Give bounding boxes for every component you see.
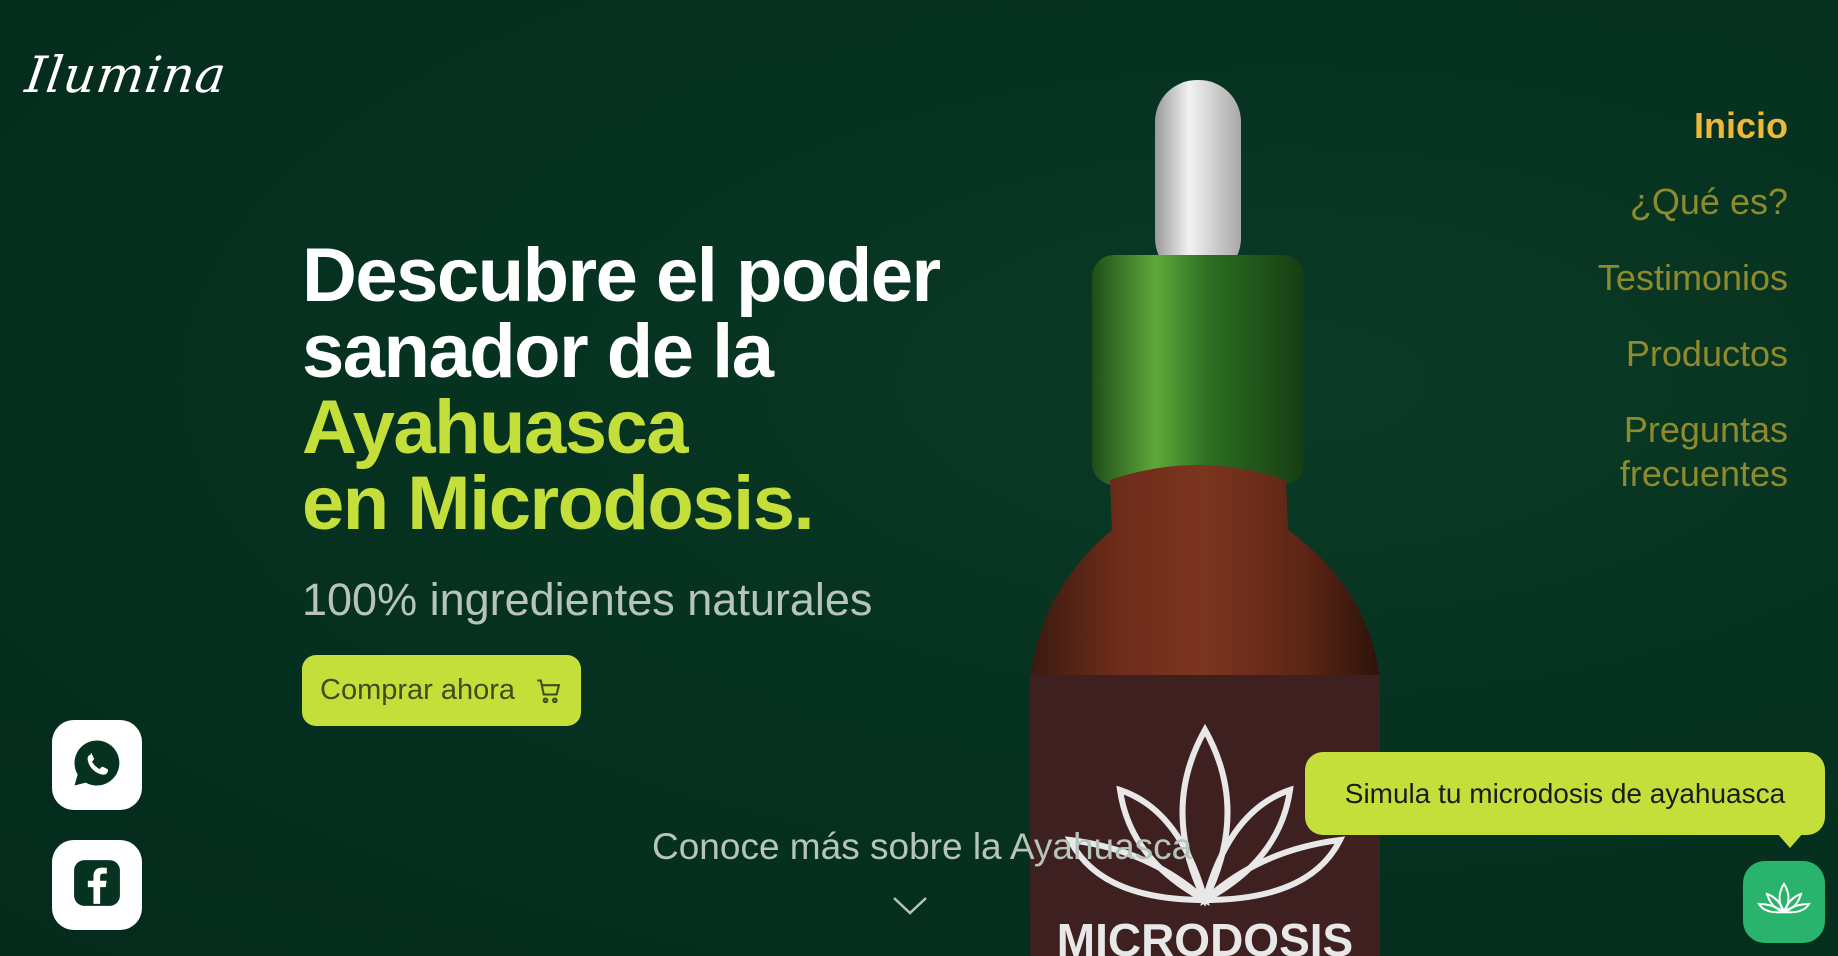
- learn-more-link[interactable]: Conoce más sobre la Ayahuasca: [652, 826, 1192, 868]
- nav-item-inicio[interactable]: Inicio: [1598, 104, 1788, 148]
- buy-now-button[interactable]: Comprar ahora: [302, 655, 581, 726]
- nav-item-que-es[interactable]: ¿Qué es?: [1598, 180, 1788, 224]
- hero-heading: Descubre el poder sanador de la Ayahuasc…: [302, 233, 941, 546]
- main-nav: Inicio ¿Qué es? Testimonios Productos Pr…: [1598, 104, 1788, 528]
- facebook-button[interactable]: [52, 840, 142, 930]
- chat-launcher-button[interactable]: [1743, 861, 1825, 943]
- nav-item-productos[interactable]: Productos: [1598, 332, 1788, 376]
- buy-now-label: Comprar ahora: [320, 674, 516, 706]
- nav-item-testimonios[interactable]: Testimonios: [1598, 256, 1788, 300]
- whatsapp-button[interactable]: [52, 720, 142, 810]
- lotus-icon: [1755, 880, 1813, 925]
- hero-subtitle: 100% ingredientes naturales: [302, 574, 873, 625]
- hero-line-1: Descubre el poder: [302, 233, 941, 318]
- hero-line-2: sanador de la: [302, 309, 774, 394]
- hero-line-3: Ayahuasca: [302, 385, 689, 470]
- whatsapp-icon: [70, 736, 124, 795]
- chevron-down-icon[interactable]: [892, 895, 928, 922]
- facebook-icon: [72, 858, 122, 913]
- nav-item-preguntas-frecuentes[interactable]: Preguntas frecuentes: [1608, 408, 1788, 496]
- brand-logo[interactable]: Ilumina: [22, 46, 231, 104]
- cart-icon: [535, 677, 563, 705]
- bottle-label: MICRODOSIS: [1057, 914, 1353, 956]
- hero-line-4: en Microdosis.: [302, 461, 815, 546]
- chat-bubble[interactable]: Simula tu microdosis de ayahuasca: [1305, 752, 1825, 835]
- chat-bubble-tail: [1776, 832, 1804, 848]
